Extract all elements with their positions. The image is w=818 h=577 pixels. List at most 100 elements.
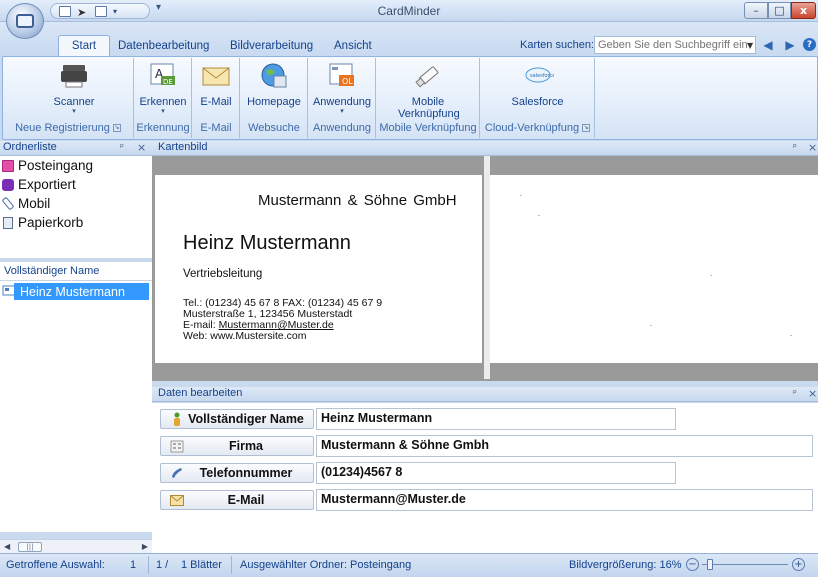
- anwendung-dropdown-icon: ▾: [340, 108, 344, 115]
- tab-start[interactable]: Start: [58, 35, 110, 56]
- email-input[interactable]: Mustermann@Muster.de: [316, 489, 813, 511]
- phone-input[interactable]: (01234)4567 8: [316, 462, 676, 484]
- search-next-icon[interactable]: ▶: [782, 37, 798, 53]
- tab-bildverarbeitung[interactable]: Bildverarbeitung: [222, 35, 321, 56]
- pin-icon[interactable]: ᵖ: [120, 143, 124, 153]
- full-name-label: Vollständiger Name: [188, 412, 304, 426]
- group-label-email: E-Mail: [200, 122, 232, 134]
- email-label: E-Mail: [227, 493, 265, 507]
- scanner-dropdown-icon: ▾: [72, 108, 76, 115]
- full-name-field-button[interactable]: Vollständiger Name: [160, 409, 314, 429]
- close-pane-icon[interactable]: ×: [137, 141, 146, 154]
- company-field-button[interactable]: Firma: [160, 436, 314, 456]
- erkennen-dropdown-icon: ▾: [161, 108, 165, 115]
- group-label-neue-registrierung: Neue Registrierung ↘: [2, 120, 134, 136]
- list-item-selected[interactable]: Heinz Mustermann: [14, 283, 149, 300]
- close-pane-icon[interactable]: ×: [808, 141, 817, 154]
- tab-datenbearbeitung[interactable]: Datenbearbeitung: [110, 35, 217, 56]
- erkennen-button[interactable]: A DE Erkennen ▾: [134, 58, 192, 115]
- selection-count: 1: [130, 559, 137, 571]
- homepage-button[interactable]: Homepage: [240, 58, 308, 108]
- status-separator: [231, 556, 232, 574]
- full-name-input[interactable]: Heinz Mustermann: [316, 408, 676, 430]
- page-indicator: 1 /: [156, 559, 169, 571]
- scan-speck: [710, 275, 712, 276]
- mobile-icon: [1, 196, 15, 211]
- anwendung-button[interactable]: OL Anwendung ▾: [308, 58, 376, 115]
- application-icon: OL: [329, 63, 354, 86]
- search-input[interactable]: [594, 36, 756, 54]
- group-label-mobile-verknuepfung: Mobile Verknüpfung: [379, 122, 477, 134]
- mobile-verknuepfung-button[interactable]: Mobile Verknüpfung: [376, 58, 480, 120]
- search-label: Karten suchen:: [520, 39, 594, 51]
- globe-icon: [261, 63, 287, 88]
- group-label-cloud-verknuepfung: Cloud-Verknüpfung ↘: [480, 120, 595, 136]
- person-icon: [169, 412, 185, 426]
- folder-label: Exportiert: [18, 177, 76, 192]
- scroll-left-icon[interactable]: ◀: [0, 542, 10, 551]
- name-column-header[interactable]: Vollständiger Name: [0, 262, 152, 281]
- email-button[interactable]: E-Mail: [192, 58, 240, 108]
- group-label-anwendung: Anwendung: [312, 122, 372, 134]
- zoom-slider-thumb[interactable]: [707, 559, 713, 570]
- recognize-icon: ADE: [150, 63, 175, 86]
- help-icon[interactable]: ?: [803, 38, 816, 51]
- company-input[interactable]: Mustermann & Söhne Gmbh: [316, 435, 813, 457]
- tab-ansicht[interactable]: Ansicht: [326, 35, 380, 56]
- minimize-button[interactable]: –: [744, 2, 768, 19]
- card-back-image[interactable]: [490, 175, 818, 363]
- scanner-button[interactable]: Scanner ▾: [44, 58, 104, 115]
- scroll-thumb[interactable]: |||: [18, 541, 42, 552]
- card-company-text: Mustermann & Söhne GmbH: [258, 192, 457, 209]
- folder-item-exportiert[interactable]: Exportiert: [0, 175, 152, 194]
- maximize-button[interactable]: □: [768, 2, 791, 19]
- group-label-text: Cloud-Verknüpfung: [484, 122, 580, 134]
- folder-item-papierkorb[interactable]: Papierkorb: [0, 213, 152, 232]
- scanner-label: Scanner: [53, 96, 95, 108]
- svg-text:DE: DE: [163, 78, 173, 86]
- scanner-icon: [61, 65, 87, 88]
- sheet-count: 1 Blätter: [181, 559, 222, 571]
- mobile-verknuepfung-label: Mobile Verknüpfung: [398, 96, 460, 120]
- zoom-slider-track[interactable]: [702, 564, 788, 565]
- close-button[interactable]: x: [791, 2, 816, 19]
- zoom-in-icon[interactable]: +: [792, 558, 805, 571]
- selection-label: Getroffene Auswahl:: [6, 559, 105, 571]
- dialog-launcher-icon[interactable]: ↘: [112, 124, 121, 132]
- pin-icon[interactable]: ᵖ: [793, 389, 797, 399]
- folder-item-posteingang[interactable]: Posteingang: [0, 156, 152, 175]
- scan-speck: [790, 335, 792, 336]
- zoom-label: Bildvergrößerung: 16%: [569, 559, 682, 571]
- window-title: CardMinder: [377, 4, 441, 18]
- email-label: E-Mail: [200, 96, 232, 108]
- folder-label: Papierkorb: [18, 215, 84, 230]
- folder-item-mobil[interactable]: Mobil: [0, 194, 152, 213]
- envelope-icon: [202, 67, 230, 86]
- export-icon: [2, 178, 14, 191]
- group-label-websuche: Websuche: [248, 122, 300, 134]
- phone-field-button[interactable]: Telefonnummer: [160, 463, 314, 483]
- data-edit-header: Daten bearbeiten: [152, 387, 818, 402]
- search-previous-icon[interactable]: ◀: [760, 37, 776, 53]
- salesforce-button[interactable]: salesforce Salesforce: [480, 58, 595, 108]
- scan-speck: [520, 195, 522, 196]
- card-position-text: Vertriebsleitung: [183, 268, 263, 280]
- building-icon: [169, 439, 185, 453]
- homepage-label: Homepage: [247, 96, 301, 108]
- card-web-line: Web: www.Mustersite.com: [183, 330, 307, 342]
- usb-stick-icon: [415, 66, 439, 88]
- search-dropdown-icon[interactable]: ▼: [747, 37, 756, 53]
- phone-label: Telefonnummer: [199, 466, 293, 480]
- dialog-launcher-icon[interactable]: ↘: [582, 124, 591, 132]
- scroll-right-icon[interactable]: ▶: [142, 542, 148, 551]
- application-menu-button[interactable]: [6, 3, 44, 39]
- pin-icon[interactable]: ᵖ: [793, 143, 797, 153]
- zoom-out-icon[interactable]: −: [686, 558, 699, 571]
- close-pane-icon[interactable]: ×: [808, 387, 817, 400]
- folder-label: Mobil: [18, 196, 51, 211]
- horizontal-scrollbar[interactable]: ◀ ||| ▶: [0, 539, 152, 553]
- card-name-text: Heinz Mustermann: [183, 232, 351, 254]
- email-field-button[interactable]: E-Mail: [160, 490, 314, 510]
- inbox-folder-icon: [2, 159, 14, 172]
- status-separator: [148, 556, 149, 574]
